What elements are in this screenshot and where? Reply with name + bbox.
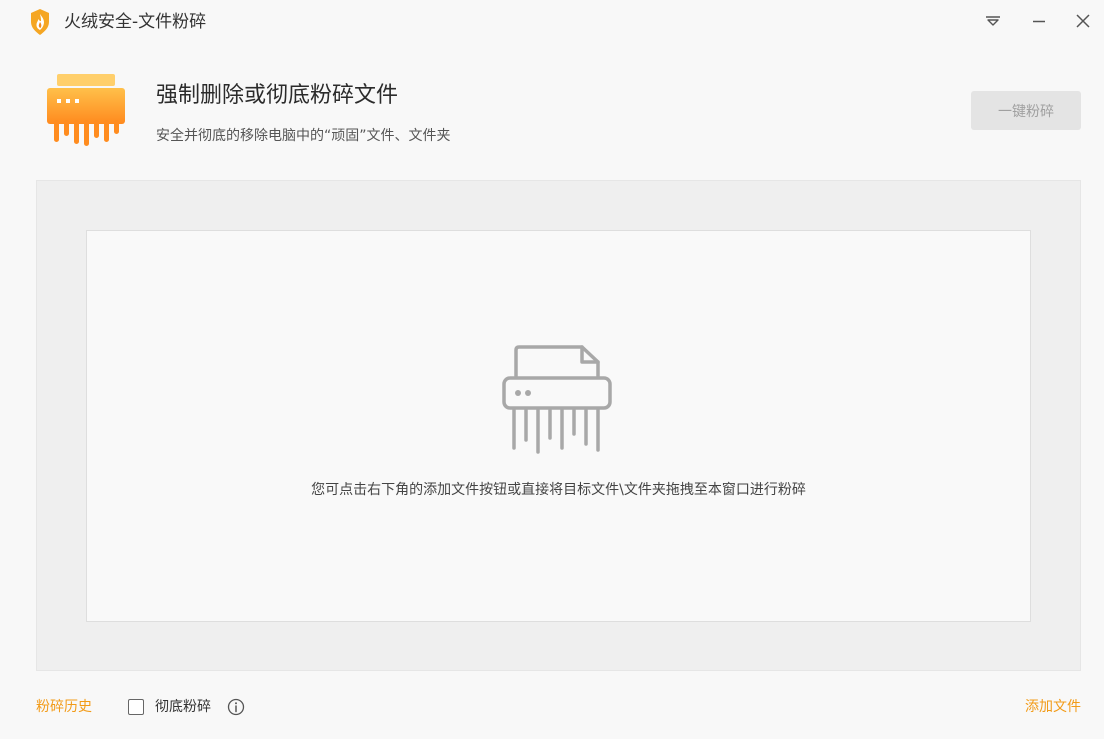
- drop-hint-text: 您可点击右下角的添加文件按钮或直接将目标文件\文件夹拖拽至本窗口进行粉碎: [311, 482, 806, 498]
- add-file-link[interactable]: 添加文件: [1025, 698, 1081, 716]
- shredder-icon: [502, 345, 612, 454]
- page-subtitle: 安全并彻底的移除电脑中的“顽固”文件、文件夹: [156, 128, 451, 144]
- huorong-logo-icon: [31, 9, 49, 35]
- shredder-hero-icon: [47, 74, 125, 146]
- close-icon: [1076, 14, 1090, 28]
- thorough-shred-checkbox[interactable]: [128, 699, 144, 715]
- window-title: 火绒安全-文件粉碎: [64, 12, 207, 32]
- one-click-shred-button[interactable]: 一键粉碎: [971, 91, 1081, 130]
- file-shredder-window: 火绒安全-文件粉碎 强制删除或彻底粉碎文件 安全并彻底的移除电脑中的“顽固”文件…: [0, 0, 1104, 739]
- minimize-icon: [1033, 20, 1045, 23]
- title-bar: 火绒安全-文件粉碎: [0, 0, 1104, 44]
- menu-dropdown-icon: [986, 16, 1000, 26]
- minimize-button[interactable]: [1028, 10, 1050, 32]
- info-icon[interactable]: [227, 698, 245, 716]
- shred-history-link[interactable]: 粉碎历史: [36, 698, 92, 716]
- page-title: 强制删除或彻底粉碎文件: [156, 83, 399, 108]
- thorough-shred-label[interactable]: 彻底粉碎: [155, 698, 211, 716]
- menu-button[interactable]: [982, 10, 1004, 32]
- close-button[interactable]: [1072, 10, 1094, 32]
